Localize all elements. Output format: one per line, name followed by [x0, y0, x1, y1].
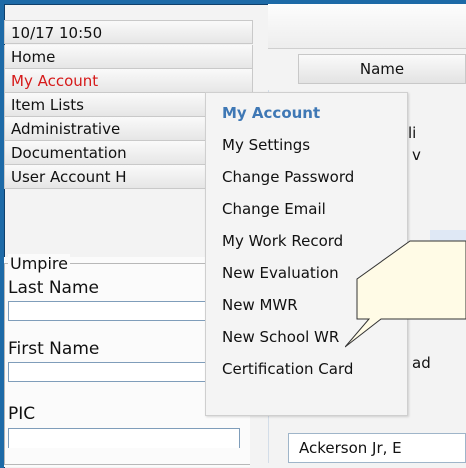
top-bar	[268, 4, 466, 49]
menu-item-certification-card[interactable]: Certification Card	[206, 353, 407, 385]
first-name-label: First Name	[8, 339, 100, 359]
partial-cell-text: ad	[412, 354, 431, 372]
menu-item-my-settings[interactable]: My Settings	[206, 129, 407, 161]
column-header-name[interactable]: Name	[298, 54, 466, 84]
last-name-label: Last Name	[8, 278, 99, 298]
nav-item-home[interactable]: Home	[4, 45, 253, 69]
menu-header: My Account	[222, 104, 321, 122]
tooltip-callout	[345, 240, 466, 348]
nav-timestamp: 10/17 10:50	[4, 20, 253, 44]
nav-item-my-account[interactable]: My Account	[4, 69, 253, 93]
menu-item-change-password[interactable]: Change Password	[206, 161, 407, 193]
partial-cell-text: v	[412, 146, 421, 164]
partial-cell-text: li	[408, 124, 417, 142]
tooltip-shape	[345, 240, 466, 348]
table-row[interactable]: Ackerson Jr, E	[288, 433, 466, 463]
menu-item-change-email[interactable]: Change Email	[206, 193, 407, 225]
pic-input[interactable]	[8, 428, 240, 448]
pic-label: PIC	[8, 404, 36, 424]
umpire-legend: Umpire	[8, 254, 70, 273]
